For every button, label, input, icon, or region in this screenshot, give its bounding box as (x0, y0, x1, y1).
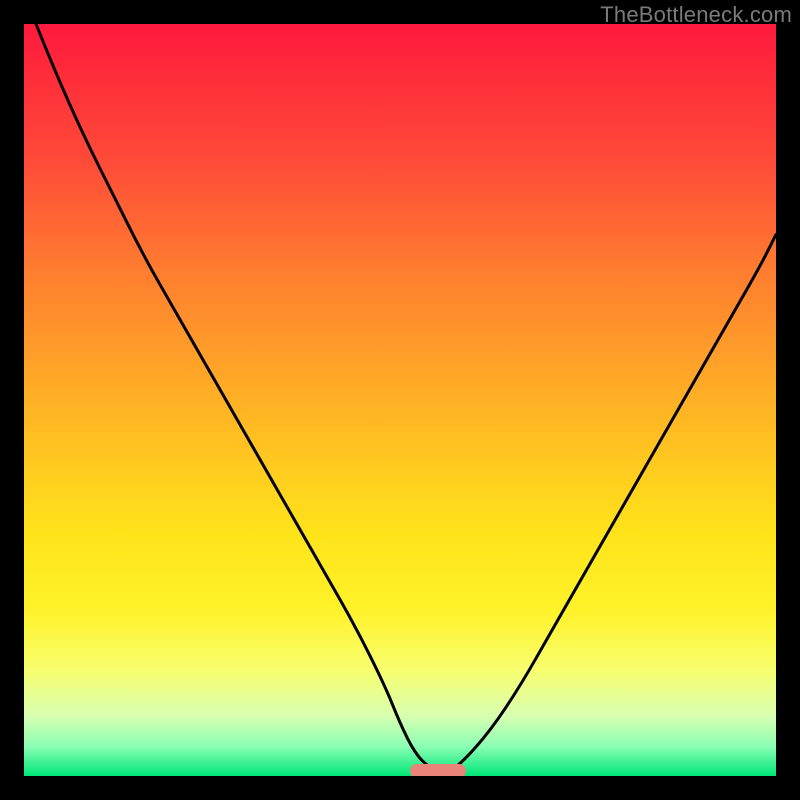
watermark-text: TheBottleneck.com (600, 2, 792, 28)
chart-frame: TheBottleneck.com (0, 0, 800, 800)
optimum-marker (410, 764, 466, 776)
plot-area (24, 24, 776, 776)
bottleneck-curve (24, 24, 776, 776)
curve-path (24, 24, 776, 772)
